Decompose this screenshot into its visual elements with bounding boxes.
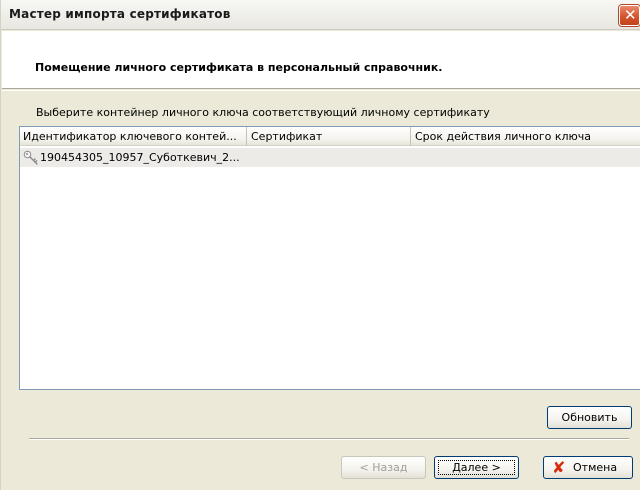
column-header-certificate[interactable]: Сертификат <box>248 127 411 146</box>
cancel-button[interactable]: ✘ Отмена <box>543 456 633 479</box>
cancel-button-label: Отмена <box>573 461 618 474</box>
column-header-container-id[interactable]: Идентификатор ключевого контей... <box>20 127 247 146</box>
focus-rectangle <box>438 460 515 475</box>
list-header: Идентификатор ключевого контей... Сертиф… <box>20 127 640 146</box>
cancel-x-icon: ✘ <box>552 458 566 477</box>
import-wizard-window: Мастер импорта сертификатов ✕ Помещение … <box>0 0 640 490</box>
column-header-key-validity[interactable]: Срок действия личного ключа <box>412 127 640 146</box>
list-item[interactable]: 190454305_10957_Суботкевич_2... <box>20 148 640 167</box>
close-button[interactable]: ✕ <box>619 5 640 26</box>
container-id-cell: 190454305_10957_Суботкевич_2... <box>40 151 240 164</box>
key-container-list[interactable]: Идентификатор ключевого контей... Сертиф… <box>19 126 640 390</box>
header-title: Помещение личного сертификата в персонал… <box>35 61 443 74</box>
close-icon: ✕ <box>624 6 637 24</box>
key-icon <box>23 150 38 165</box>
wizard-header: Помещение личного сертификата в персонал… <box>2 31 640 89</box>
title-bar[interactable]: Мастер импорта сертификатов ✕ <box>1 0 640 30</box>
window-title: Мастер импорта сертификатов <box>9 7 231 21</box>
next-button[interactable]: Далее > <box>434 456 519 479</box>
refresh-button[interactable]: Обновить <box>547 406 632 429</box>
button-divider <box>29 438 629 440</box>
instruction-text: Выберите контейнер личного ключа соответ… <box>36 106 490 119</box>
back-button[interactable]: < Назад <box>341 456 426 479</box>
header-separator <box>2 90 640 91</box>
